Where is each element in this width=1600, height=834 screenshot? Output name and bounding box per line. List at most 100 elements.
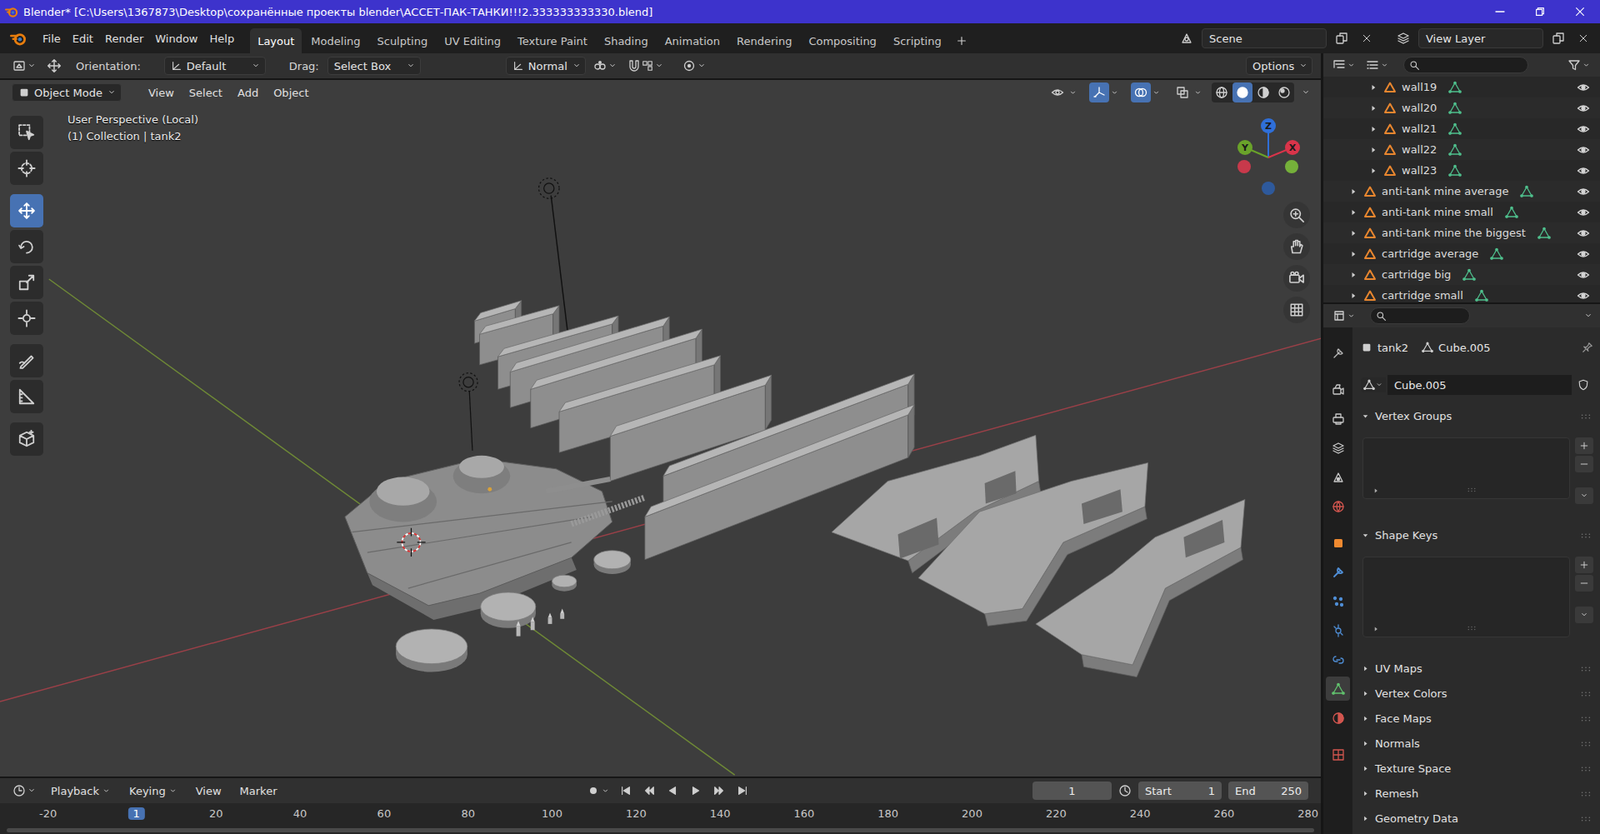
orientation-dropdown[interactable]: Default xyxy=(164,56,266,75)
list-filter-icon[interactable] xyxy=(1371,625,1380,634)
ui-list[interactable] xyxy=(1362,437,1570,500)
workspace-tab[interactable]: Scripting xyxy=(885,28,950,54)
3d-viewport[interactable]: Object ModeViewSelectAddObjectUser Persp… xyxy=(0,80,1321,777)
axis-handle[interactable]: X xyxy=(1285,140,1300,155)
restore-button[interactable] xyxy=(1520,0,1560,24)
gizmo-toggle[interactable] xyxy=(1086,82,1122,103)
properties-tab[interactable] xyxy=(1325,589,1350,614)
timeline-scrollbar[interactable] xyxy=(0,826,1321,834)
minimize-icon[interactable] xyxy=(1493,5,1507,19)
move-icon[interactable] xyxy=(46,58,62,74)
material-icon[interactable] xyxy=(1256,85,1270,100)
workspace-tab[interactable]: Shading xyxy=(596,28,656,54)
panel-header[interactable]: UV Maps xyxy=(1357,657,1594,680)
expand-arrow-icon[interactable] xyxy=(1368,165,1379,176)
display-mode-button[interactable] xyxy=(1363,58,1392,72)
transport-button[interactable] xyxy=(615,780,636,801)
particles-icon[interactable] xyxy=(1331,595,1345,609)
timeline-menu[interactable]: View xyxy=(189,782,229,800)
menu-item[interactable]: Edit xyxy=(66,29,100,49)
jump-end-icon[interactable] xyxy=(736,785,749,797)
add-button[interactable] xyxy=(1575,556,1594,574)
panel-header[interactable]: Normals xyxy=(1357,732,1594,755)
overlay-icon[interactable] xyxy=(1134,85,1148,100)
axis-end[interactable] xyxy=(1237,160,1251,174)
expand-arrow-icon[interactable] xyxy=(1348,186,1359,197)
minus-icon[interactable] xyxy=(1579,459,1590,470)
outliner-row[interactable]: anti-tank mine small xyxy=(1323,201,1600,223)
3d-scene[interactable] xyxy=(0,80,1321,777)
xray-toggle[interactable] xyxy=(1170,82,1205,103)
mesh-data-icon[interactable] xyxy=(1462,268,1476,282)
mesh-data-icon[interactable] xyxy=(1505,205,1519,220)
editor-type-button[interactable] xyxy=(1330,309,1359,323)
xray-icon[interactable] xyxy=(1175,85,1190,100)
pan-button[interactable] xyxy=(1283,233,1310,260)
menu-item[interactable]: File xyxy=(36,29,67,49)
shading-button[interactable] xyxy=(1253,82,1274,103)
mesh-name-field[interactable]: Cube.005 xyxy=(1387,375,1572,395)
view-layer-icon[interactable] xyxy=(1396,31,1410,45)
editor-type-button[interactable] xyxy=(1330,58,1359,72)
panel-header[interactable]: Vertex Groups xyxy=(1357,405,1594,428)
next-key-icon[interactable] xyxy=(713,785,725,797)
properties-tab[interactable] xyxy=(1325,742,1350,767)
scene-field[interactable]: Scene xyxy=(1201,28,1327,49)
drag-dropdown[interactable]: Select Box xyxy=(327,56,421,75)
pivot-button[interactable] xyxy=(590,59,620,73)
tool-button[interactable] xyxy=(10,230,44,264)
editor-type-button[interactable] xyxy=(10,59,40,73)
outliner-row[interactable]: cartridge average xyxy=(1323,243,1600,265)
expand-arrow-icon[interactable] xyxy=(1348,207,1359,218)
list-filter-icon[interactable] xyxy=(1371,486,1380,495)
outliner-row[interactable]: cartridge small xyxy=(1323,285,1600,303)
cursor-icon[interactable] xyxy=(17,159,36,178)
workspace-tab[interactable]: Rendering xyxy=(729,28,800,54)
visibility-icon[interactable] xyxy=(1576,247,1590,261)
properties-editor-icon[interactable] xyxy=(1332,309,1346,323)
tool-button[interactable] xyxy=(10,422,44,456)
tool-icon[interactable] xyxy=(1331,346,1345,360)
add-button[interactable] xyxy=(1575,437,1594,455)
axis-handle[interactable]: Z xyxy=(1260,118,1276,134)
mesh-data-icon[interactable] xyxy=(1490,247,1504,261)
zoom-button[interactable] xyxy=(1283,201,1310,229)
visibility-icon[interactable] xyxy=(1576,164,1590,178)
tool-button[interactable] xyxy=(10,265,44,300)
mesh-icon[interactable] xyxy=(1363,379,1375,391)
object-props-icon[interactable] xyxy=(1331,536,1345,550)
copy-icon[interactable] xyxy=(1335,31,1349,45)
axis-end[interactable] xyxy=(1261,181,1275,195)
expand-arrow-icon[interactable] xyxy=(1348,249,1359,260)
properties-tab[interactable] xyxy=(1325,465,1350,490)
scene-props-icon[interactable] xyxy=(1331,470,1345,485)
timeline-editor-icon[interactable] xyxy=(12,784,26,798)
display-mode-icon[interactable] xyxy=(1365,58,1380,72)
add-workspace-button[interactable] xyxy=(950,28,973,54)
tool-button[interactable] xyxy=(10,344,44,378)
mesh-data-icon[interactable] xyxy=(1448,80,1462,95)
workspace-tab[interactable]: Compositing xyxy=(800,28,885,54)
ui-list[interactable] xyxy=(1362,556,1570,638)
options-dropdown[interactable]: Options xyxy=(1245,56,1313,75)
expand-arrow-icon[interactable] xyxy=(1368,103,1379,114)
minus-icon[interactable] xyxy=(1579,578,1590,589)
transport-button[interactable] xyxy=(709,780,730,801)
properties-tab[interactable] xyxy=(1325,406,1350,431)
jump-start-icon[interactable] xyxy=(620,785,632,797)
grid-icon[interactable] xyxy=(1289,302,1305,318)
navigation-gizmo[interactable]: ZYX xyxy=(1226,115,1310,200)
expand-arrow-icon[interactable] xyxy=(1368,82,1379,93)
shading-options-icon[interactable] xyxy=(1300,87,1311,98)
end-frame-field[interactable]: End250 xyxy=(1228,781,1309,800)
annotate-icon[interactable] xyxy=(17,351,36,370)
constraints-icon[interactable] xyxy=(1331,653,1345,667)
play-icon[interactable] xyxy=(690,785,702,797)
camera-icon[interactable] xyxy=(1288,270,1305,287)
copy-icon[interactable] xyxy=(1551,31,1565,45)
move-icon[interactable] xyxy=(17,201,36,220)
frame-ruler[interactable]: -201204060801001201401601802002202402602… xyxy=(0,803,1321,827)
select-box-icon[interactable] xyxy=(17,123,36,142)
mesh-data-icon[interactable] xyxy=(1448,122,1462,136)
workspace-tab[interactable]: Layout xyxy=(250,28,302,54)
